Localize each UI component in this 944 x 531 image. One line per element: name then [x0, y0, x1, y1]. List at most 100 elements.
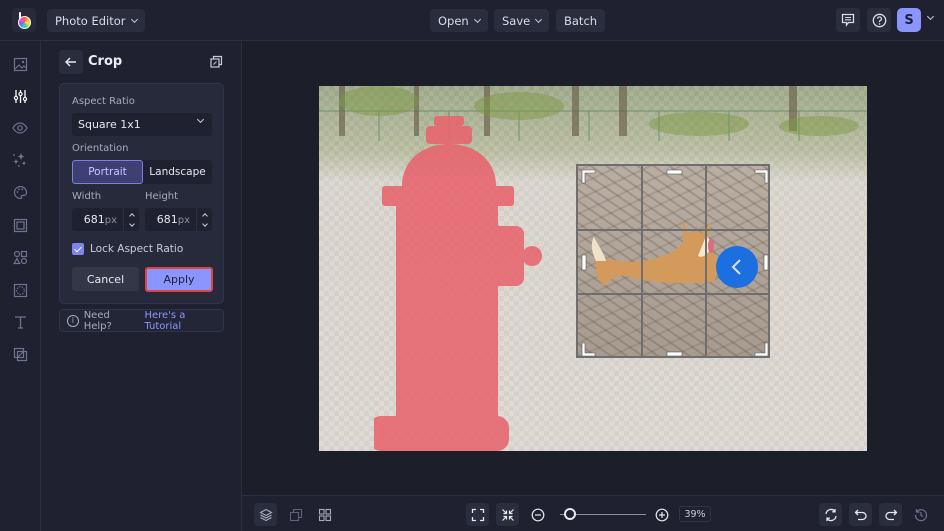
save-button[interactable]: Save — [494, 9, 550, 32]
feedback-button[interactable] — [836, 8, 860, 32]
tool-rail — [0, 41, 41, 531]
rail-item-overlay[interactable] — [11, 345, 29, 363]
undo-icon — [854, 509, 867, 520]
top-bar: Photo Editor Open Save Batch S — [0, 0, 944, 41]
orientation-label: Orientation — [72, 143, 129, 154]
duplicate-button[interactable] — [210, 55, 223, 71]
width-label: Width — [72, 191, 102, 202]
width-stepper[interactable] — [123, 208, 139, 231]
grid-view-button[interactable] — [313, 503, 336, 526]
undo-button[interactable] — [849, 503, 872, 526]
history-icon — [914, 508, 927, 521]
height-stepper[interactable] — [196, 208, 212, 231]
increment-icon[interactable] — [201, 212, 208, 219]
height-label: Height — [145, 191, 179, 202]
app-menu-label: Photo Editor — [55, 13, 126, 28]
height-value: 681 — [156, 213, 178, 226]
aspect-ratio-label: Aspect Ratio — [72, 96, 135, 107]
zoom-in-button[interactable] — [650, 503, 673, 526]
help-banner: i Need Help? Here's a Tutorial — [59, 309, 224, 332]
open-button[interactable]: Open — [430, 9, 488, 32]
tutorial-link[interactable]: Here's a Tutorial — [144, 310, 223, 332]
arrow-left-icon — [65, 57, 76, 67]
eye-icon — [12, 122, 28, 134]
zoom-percentage[interactable]: 39% — [679, 506, 711, 522]
height-unit: px — [177, 215, 190, 226]
decrement-icon[interactable] — [128, 220, 135, 227]
decrement-icon[interactable] — [201, 220, 208, 227]
app-menu-button[interactable]: Photo Editor — [47, 9, 145, 32]
orientation-portrait[interactable]: Portrait — [72, 160, 143, 184]
fire-hydrant — [374, 116, 542, 451]
chevron-down-icon — [196, 115, 205, 124]
app-logo[interactable] — [12, 8, 36, 32]
back-button[interactable] — [59, 50, 83, 74]
chevron-down-icon[interactable] — [926, 12, 935, 21]
sliders-icon — [13, 89, 27, 103]
photo[interactable] — [319, 86, 867, 451]
rail-item-graphics[interactable] — [11, 248, 29, 266]
rail-item-textures[interactable] — [11, 281, 29, 299]
shrink-icon — [501, 508, 514, 521]
lock-aspect-ratio-label[interactable]: Lock Aspect Ratio — [90, 243, 183, 255]
cancel-button[interactable]: Cancel — [72, 267, 139, 291]
expand-icon — [471, 508, 484, 521]
rail-item-text[interactable] — [11, 313, 29, 331]
arrange-button[interactable] — [284, 503, 307, 526]
redo-icon — [884, 509, 897, 520]
canvas-area — [242, 41, 944, 495]
increment-icon[interactable] — [128, 212, 135, 219]
open-label: Open — [438, 13, 469, 28]
apply-button[interactable]: Apply — [145, 267, 213, 292]
rail-item-frames[interactable] — [11, 216, 29, 234]
crop-panel: Crop Aspect Ratio Square 1x1 Orientation… — [41, 41, 242, 531]
sparkle-icon — [13, 153, 27, 167]
height-value-wrap: 681px — [157, 213, 190, 226]
aspect-ratio-value: Square 1x1 — [78, 118, 141, 131]
actual-size-button[interactable] — [496, 503, 519, 526]
image-icon — [13, 57, 27, 71]
width-input[interactable]: 681px — [72, 208, 139, 231]
orientation-landscape[interactable]: Landscape — [143, 160, 212, 184]
zoom-out-icon — [531, 508, 544, 521]
crop-settings-card: Aspect Ratio Square 1x1 Orientation Port… — [59, 83, 224, 304]
rail-item-effects[interactable] — [11, 151, 29, 169]
rail-item-artsy[interactable] — [11, 183, 29, 201]
rail-item-view[interactable] — [11, 119, 29, 137]
user-avatar[interactable]: S — [897, 8, 921, 32]
save-label: Save — [502, 13, 531, 28]
lock-aspect-ratio-checkbox[interactable] — [72, 243, 84, 255]
text-icon — [14, 315, 26, 329]
layers-icon — [258, 508, 273, 521]
help-text: Need Help? — [83, 309, 112, 332]
crop-corner-handles[interactable] — [578, 166, 770, 358]
rail-item-adjust[interactable] — [11, 87, 29, 105]
layers-button[interactable] — [254, 503, 277, 526]
height-input[interactable]: 681px — [145, 208, 212, 231]
batch-button[interactable]: Batch — [556, 9, 606, 32]
zoom-slider-thumb[interactable] — [564, 508, 577, 520]
zoom-out-button[interactable] — [526, 503, 549, 526]
comment-icon — [841, 13, 855, 27]
bottom-toolbar: 39% — [242, 495, 944, 531]
help-circle-icon — [872, 13, 886, 27]
fit-to-screen-button[interactable] — [466, 503, 489, 526]
help-button[interactable] — [867, 8, 891, 32]
palette-icon — [13, 185, 27, 199]
redo-button[interactable] — [879, 503, 902, 526]
logo-color-wheel-icon — [17, 16, 31, 29]
width-unit: px — [104, 215, 117, 226]
history-button[interactable] — [909, 503, 932, 526]
zoom-in-icon — [655, 508, 668, 521]
rail-item-image[interactable] — [11, 55, 29, 73]
chevron-down-icon — [130, 15, 138, 23]
arrange-icon — [289, 508, 302, 521]
width-value-wrap: 681px — [84, 213, 117, 226]
overlay-icon — [13, 347, 27, 361]
crop-box[interactable] — [576, 164, 770, 358]
chevron-down-icon — [535, 15, 543, 23]
reset-button[interactable] — [819, 503, 842, 526]
aspect-ratio-select[interactable]: Square 1x1 — [72, 113, 212, 136]
refresh-icon — [824, 508, 837, 521]
chevron-down-icon — [473, 15, 481, 23]
